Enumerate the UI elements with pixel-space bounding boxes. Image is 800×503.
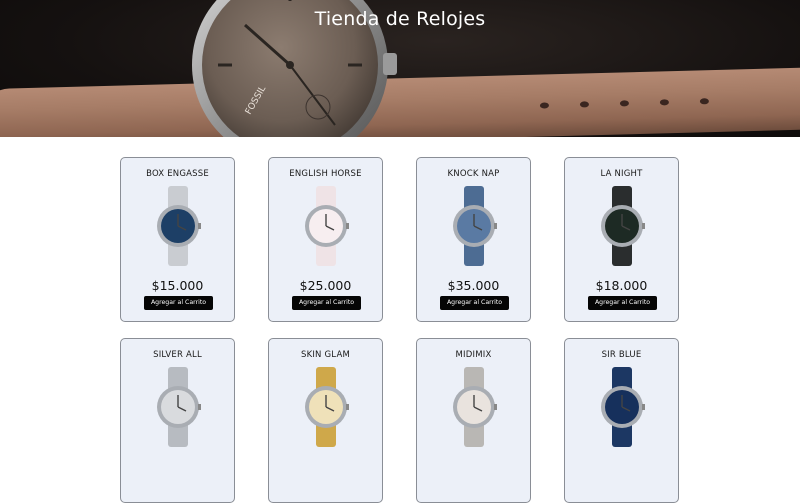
page-title: Tienda de Relojes: [314, 8, 486, 30]
watch-strap-image: [0, 66, 800, 137]
product-name: SILVER ALL: [153, 350, 202, 360]
product-card[interactable]: KNOCK NAP $35.000 Agregar al Carrito: [416, 157, 531, 322]
add-to-cart-button[interactable]: Agregar al Carrito: [144, 296, 213, 310]
product-name: SKIN GLAM: [300, 350, 350, 360]
product-image[interactable]: [301, 367, 351, 447]
hero-banner: FOSSIL Tienda de Relojes: [0, 0, 800, 137]
product-card[interactable]: SILVER ALL: [120, 338, 235, 503]
product-card[interactable]: SKIN GLAM: [268, 338, 383, 503]
product-card[interactable]: LA NIGHT $18.000 Agregar al Carrito: [564, 157, 679, 322]
product-image[interactable]: [597, 367, 647, 447]
product-price: $15.000: [151, 278, 204, 293]
product-image[interactable]: [153, 367, 203, 447]
product-price: $35.000: [447, 278, 500, 293]
add-to-cart-button[interactable]: Agregar al Carrito: [440, 296, 509, 310]
product-image[interactable]: [449, 367, 499, 447]
add-to-cart-button[interactable]: Agregar al Carrito: [588, 296, 657, 310]
product-name: KNOCK NAP: [447, 169, 500, 179]
product-card[interactable]: BOX ENGASSE $15.000 Agregar al Carrito: [120, 157, 235, 322]
product-name: MIDIMIX: [455, 350, 492, 360]
product-name: SIR BLUE: [601, 350, 642, 360]
product-image[interactable]: [153, 186, 203, 266]
product-name: ENGLISH HORSE: [289, 169, 362, 179]
product-name: BOX ENGASSE: [146, 169, 209, 179]
product-image[interactable]: [597, 186, 647, 266]
product-price: $25.000: [299, 278, 352, 293]
product-card[interactable]: ENGLISH HORSE $25.000 Agregar al Carrito: [268, 157, 383, 322]
product-name: LA NIGHT: [600, 169, 643, 179]
product-image[interactable]: [301, 186, 351, 266]
product-price: $18.000: [595, 278, 648, 293]
add-to-cart-button[interactable]: Agregar al Carrito: [292, 296, 361, 310]
product-image[interactable]: [449, 186, 499, 266]
product-card[interactable]: MIDIMIX: [416, 338, 531, 503]
product-card[interactable]: SIR BLUE: [564, 338, 679, 503]
